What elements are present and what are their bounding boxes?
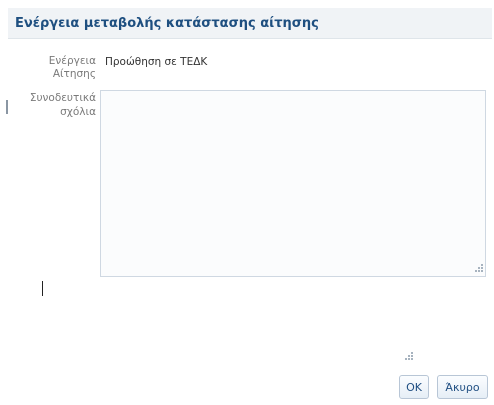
ok-button[interactable]: OK [399, 375, 429, 399]
textarea-resize-grip-icon[interactable] [473, 264, 483, 274]
text-caret [42, 281, 43, 296]
action-value: Προώθηση σε ΤΕΔΚ [105, 56, 208, 68]
comments-label-line2: σχόλια [60, 106, 96, 118]
status-change-dialog: Ενέργεια μεταβολής κατάστασης αίτησης Εν… [0, 0, 494, 405]
dialog-titlebar: Ενέργεια μεταβολής κατάστασης αίτησης [8, 8, 492, 39]
comments-label-line1: Συνοδευτικά [29, 92, 96, 104]
cancel-button[interactable]: Άκυρο [437, 375, 488, 399]
action-label-line2: Αίτησης [52, 68, 96, 80]
dialog-resize-grip-icon[interactable] [403, 352, 413, 362]
left-strip [0, 0, 8, 405]
action-label-line1: Ενέργεια [48, 55, 96, 67]
comments-textarea[interactable] [100, 90, 486, 277]
dialog-title: Ενέργεια μεταβολής κατάστασης αίτησης [15, 16, 319, 31]
left-edge-mark [6, 100, 8, 114]
